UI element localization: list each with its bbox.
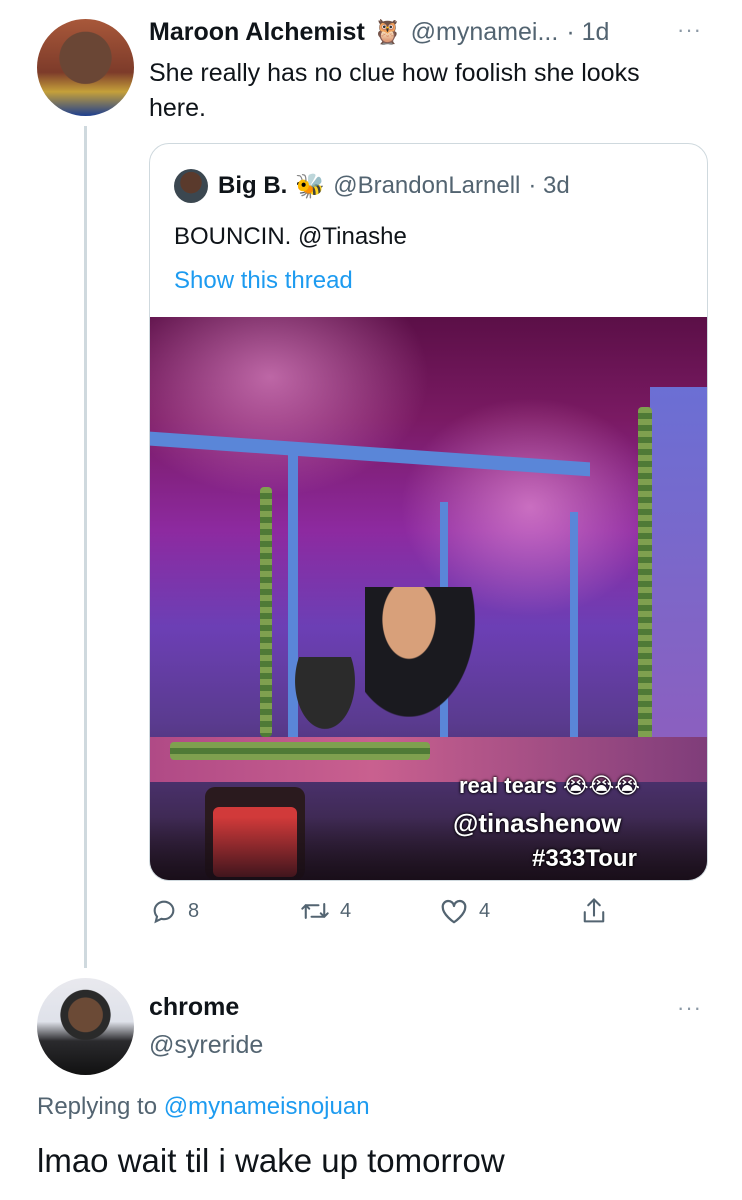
replying-to-handle[interactable]: @mynameisnojuan bbox=[164, 1093, 370, 1120]
reply-button[interactable]: 8 bbox=[150, 897, 199, 925]
retweet-button[interactable]: 4 bbox=[300, 897, 351, 925]
retweet-icon bbox=[300, 897, 330, 925]
replying-to-label: Replying to bbox=[37, 1093, 158, 1120]
quoted-tweet-text: BOUNCIN. @Tinashe bbox=[174, 223, 407, 250]
retweet-count: 4 bbox=[340, 899, 352, 922]
quoted-author-handle: @BrandonLarnell bbox=[333, 172, 521, 199]
vine-decoration bbox=[638, 407, 652, 777]
like-button[interactable]: 4 bbox=[439, 897, 490, 925]
more-options-icon[interactable]: ··· bbox=[677, 17, 702, 43]
tweet-text: She really has no clue how foolish she l… bbox=[149, 59, 640, 122]
avatar-big-b bbox=[174, 169, 208, 203]
quoted-tweet-card[interactable]: Big B. 🐝 @BrandonLarnell · 3d BOUNCIN. @… bbox=[149, 143, 708, 881]
tweet-time[interactable]: · 1d bbox=[566, 18, 609, 47]
tweet-header: Maroon Alchemist 🦉 @mynamei... · 1d bbox=[149, 15, 609, 49]
video-caption-line2: @tinashenow bbox=[453, 808, 622, 838]
vine-decoration bbox=[170, 742, 430, 760]
show-thread-link[interactable]: Show this thread bbox=[174, 267, 353, 295]
quoted-tweet-video[interactable]: real tears 😭😭😭 @tinashenow #333Tour bbox=[150, 317, 707, 880]
stage-pole bbox=[570, 512, 578, 747]
share-button[interactable] bbox=[580, 896, 608, 926]
owl-emoji-icon: 🦉 bbox=[372, 18, 403, 46]
author-handle[interactable]: @mynamei... bbox=[411, 18, 559, 47]
author-name[interactable]: Maroon Alchemist bbox=[149, 18, 365, 47]
stage-light bbox=[400, 397, 660, 617]
video-caption-line1: real tears 😭😭😭 bbox=[459, 773, 641, 798]
bee-emoji-icon: 🐝 bbox=[295, 172, 326, 200]
quoted-author-name: Big B. bbox=[218, 172, 288, 199]
stage-tower bbox=[650, 387, 707, 747]
like-count: 4 bbox=[479, 899, 491, 922]
reply-author-handle[interactable]: @syreride bbox=[149, 1031, 263, 1060]
quoted-tweet-header: Big B. 🐝 @BrandonLarnell · 3d bbox=[218, 168, 570, 204]
vine-decoration bbox=[260, 487, 272, 737]
more-options-icon[interactable]: ··· bbox=[677, 995, 702, 1021]
dj bbox=[290, 657, 360, 737]
quoted-tweet-time: · 3d bbox=[528, 172, 570, 199]
reply-count: 8 bbox=[188, 899, 200, 922]
thread-line bbox=[84, 126, 87, 968]
share-icon bbox=[580, 896, 608, 926]
like-icon bbox=[439, 897, 469, 925]
reply-text: lmao wait til i wake up tomorrow bbox=[37, 1142, 505, 1179]
reply-author-name[interactable]: chrome bbox=[149, 993, 239, 1022]
avatar-maroon-alchemist[interactable] bbox=[37, 19, 134, 116]
avatar-chrome[interactable] bbox=[37, 978, 134, 1075]
performer bbox=[365, 587, 475, 717]
reply-icon bbox=[150, 897, 178, 925]
replying-to-line: Replying to @mynameisnojuan bbox=[37, 1093, 370, 1121]
video-caption-line3: #333Tour bbox=[532, 845, 637, 872]
